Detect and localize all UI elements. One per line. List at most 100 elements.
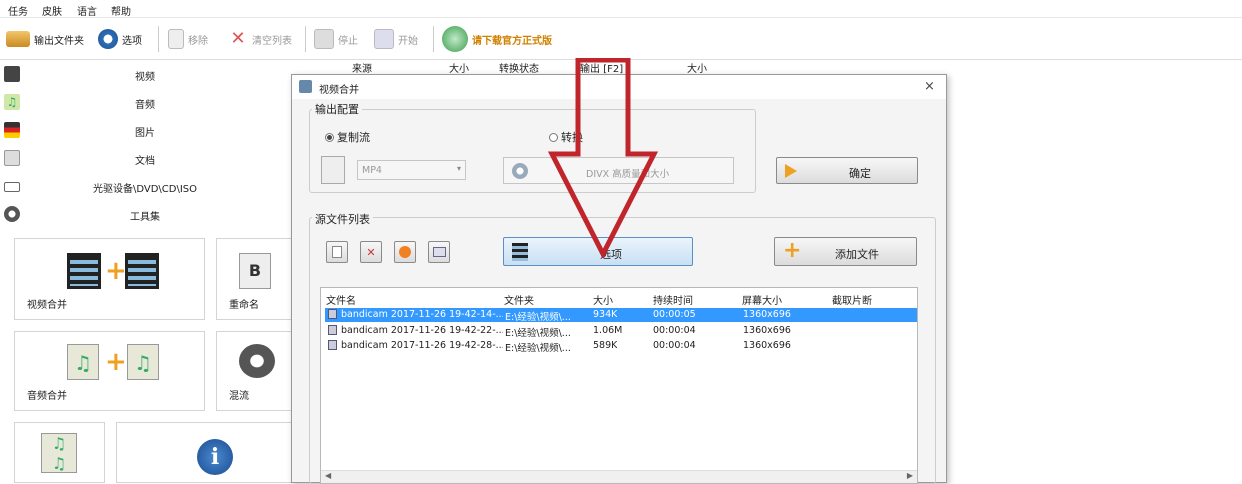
radio-icon (325, 133, 334, 142)
tile-label: 视频合并 (27, 300, 67, 311)
category-label: 文档 (135, 156, 155, 167)
folder-icon (6, 31, 30, 47)
play-button[interactable] (394, 241, 416, 263)
arrow-right-icon (785, 164, 797, 178)
remove-button[interactable]: 移除 (168, 26, 208, 52)
category-label: 视频 (135, 72, 155, 83)
scroll-left-icon[interactable]: ◀ (325, 471, 331, 480)
play-icon (399, 246, 411, 258)
stop-label: 停止 (338, 35, 358, 47)
tile-label: 重命名 (229, 300, 259, 311)
menu-language[interactable]: 语言 (77, 3, 97, 18)
category-image[interactable]: 图片 (0, 118, 290, 144)
format-value: MP4 (362, 165, 382, 176)
add-file-label: 添加文件 (835, 248, 879, 261)
file-icon (328, 340, 337, 350)
horizontal-scrollbar[interactable]: ◀ ▶ (321, 470, 917, 483)
output-folder-label: 输出文件夹 (34, 35, 84, 47)
column-clip[interactable]: 截取片断 (832, 292, 872, 307)
globe-icon (442, 26, 468, 52)
toolbar-divider (158, 26, 159, 52)
cell-folder: E:\经验\视频\... (505, 328, 571, 339)
scroll-right-icon[interactable]: ▶ (907, 471, 913, 480)
video-merge-tile[interactable]: + 视频合并 (14, 238, 205, 320)
mix-tile[interactable]: 混流 (216, 331, 296, 411)
table-row[interactable]: bandicam 2017-11-26 19-42-14-... E:\经验\视… (325, 308, 917, 323)
remove-label: 移除 (188, 35, 208, 47)
options-icon (98, 29, 118, 49)
download-official-link[interactable]: 请下载官方正式版 (442, 26, 552, 52)
ok-button[interactable]: 确定 (776, 157, 918, 184)
column-filename[interactable]: 文件名 (326, 292, 356, 307)
audio-merge-tile[interactable]: ♫ + ♫ 音频合并 (14, 331, 205, 411)
start-label: 开始 (398, 35, 418, 47)
category-audio[interactable]: ♫ 音频 (0, 90, 290, 116)
close-icon[interactable]: × (924, 79, 935, 94)
quality-icon (512, 163, 528, 179)
remove-icon (168, 29, 184, 49)
source-file-table[interactable]: 文件名 文件夹 大小 持续时间 屏幕大小 截取片断 bandicam 2017-… (320, 287, 918, 484)
source-list-label: 源文件列表 (312, 211, 373, 227)
category-video[interactable]: 视频 (0, 62, 290, 88)
options-label: 选项 (122, 35, 142, 47)
dialog-title: 视频合并 (319, 85, 359, 96)
video-file-icon (321, 156, 345, 184)
cell-size: 1.06M (593, 325, 623, 336)
menu-help[interactable]: 帮助 (111, 3, 131, 18)
video-merge-icon: + (67, 253, 159, 289)
cell-size: 589K (593, 340, 618, 351)
table-row[interactable]: bandicam 2017-11-26 19-42-28-... E:\经验\视… (325, 339, 917, 354)
info-icon: i (197, 439, 233, 475)
cell-duration: 00:00:05 (653, 309, 696, 320)
radio-label: 复制流 (337, 131, 370, 144)
audio-tool-tile[interactable]: ♫ ♫ (14, 422, 105, 483)
options-button[interactable]: 选项 (98, 26, 142, 52)
audio-convert-icon: ♫ ♫ (41, 433, 77, 473)
menu-skin[interactable]: 皮肤 (42, 3, 62, 18)
category-label: 音频 (135, 100, 155, 111)
column-duration[interactable]: 持续时间 (653, 292, 693, 307)
info-button[interactable] (428, 241, 450, 263)
cell-duration: 00:00:04 (653, 340, 696, 351)
add-file-button[interactable]: + 添加文件 (774, 237, 917, 266)
file-icon (328, 325, 337, 335)
column-folder[interactable]: 文件夹 (504, 292, 534, 307)
film-icon (512, 243, 528, 261)
column-screen-size[interactable]: 屏幕大小 (742, 292, 782, 307)
info-tool-tile[interactable]: i (116, 422, 296, 483)
copy-stream-radio[interactable]: 复制流 (325, 129, 370, 145)
cell-screen-size: 1360x696 (743, 325, 791, 336)
category-label: 光驱设备\DVD\CD\ISO (92, 184, 198, 195)
start-button[interactable]: 开始 (374, 26, 418, 52)
menu-task[interactable]: 任务 (8, 3, 28, 18)
toolbar-divider (433, 26, 434, 52)
mix-icon (239, 344, 275, 378)
category-optical[interactable]: 光驱设备\DVD\CD\ISO (0, 174, 290, 200)
clear-list-label: 清空列表 (252, 35, 292, 47)
cell-filename: bandicam 2017-11-26 19-42-14-... (341, 309, 503, 320)
download-label: 请下载官方正式版 (472, 35, 552, 47)
remove-file-button[interactable] (326, 241, 348, 263)
category-tools[interactable]: 工具集 (0, 202, 290, 228)
cell-size: 934K (593, 309, 618, 320)
cell-folder: E:\经验\视频\... (505, 343, 571, 354)
table-row[interactable]: bandicam 2017-11-26 19-42-22-... E:\经验\视… (325, 324, 917, 339)
tile-label: 混流 (229, 391, 249, 402)
clear-files-button[interactable]: ✕ (360, 241, 382, 263)
toolbar-divider (305, 26, 306, 52)
audio-merge-icon: ♫ + ♫ (67, 344, 159, 380)
cell-filename: bandicam 2017-11-26 19-42-22-... (341, 325, 503, 336)
stop-button[interactable]: 停止 (314, 26, 358, 52)
cell-filename: bandicam 2017-11-26 19-42-28-... (341, 340, 503, 351)
cell-duration: 00:00:04 (653, 325, 696, 336)
stop-icon (314, 29, 334, 49)
category-document[interactable]: 文档 (0, 146, 290, 172)
format-select[interactable]: MP4 ▾ (357, 160, 466, 180)
rename-tile[interactable]: B 重命名 (216, 238, 296, 320)
cell-screen-size: 1360x696 (743, 309, 791, 320)
output-folder-button[interactable]: 输出文件夹 (6, 26, 84, 52)
clear-list-button[interactable]: ✕ 清空列表 (228, 26, 292, 52)
column-size[interactable]: 大小 (593, 292, 613, 307)
ok-label: 确定 (849, 167, 871, 180)
output-config-label: 输出配置 (312, 101, 362, 117)
